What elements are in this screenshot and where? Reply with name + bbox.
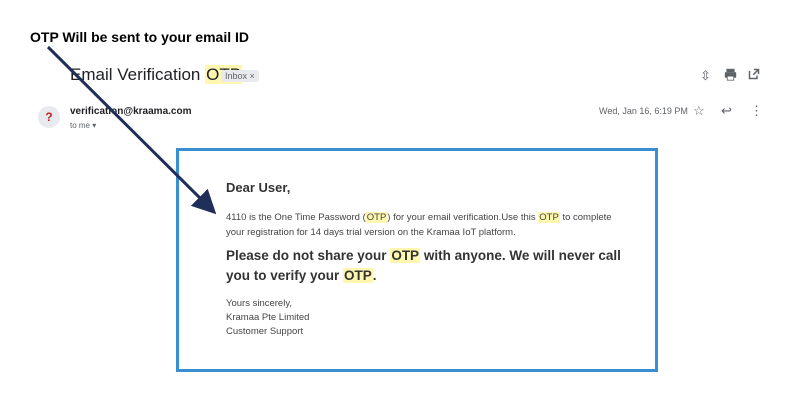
annotation-arrow	[46, 45, 217, 215]
